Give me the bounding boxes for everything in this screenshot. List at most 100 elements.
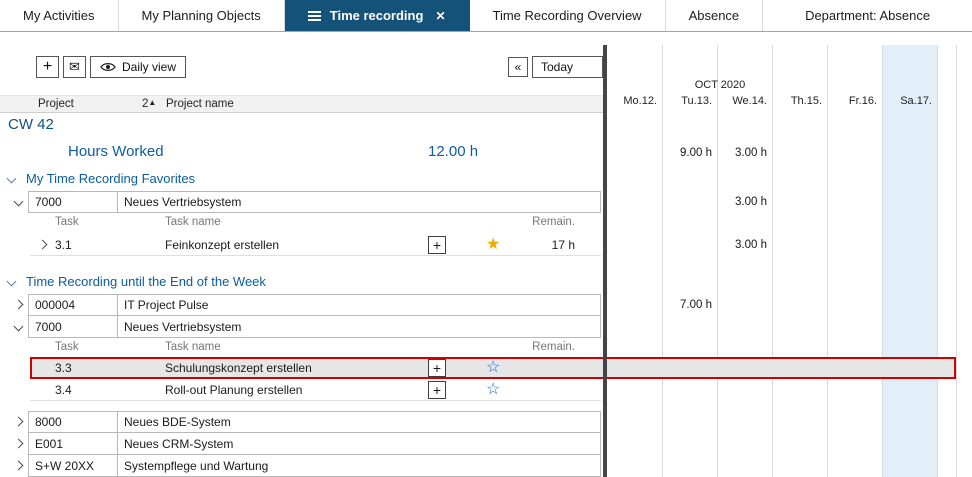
section-header-week[interactable]: Time Recording until the End of the Week [0,270,972,294]
chevron-right-icon[interactable] [14,461,24,471]
time-recording-app: My Activities My Planning Objects Time r… [0,0,972,477]
task-row: 3.4 Roll-out Planung erstellen + ☆ [0,379,972,401]
column-header-project[interactable]: Project [38,98,74,110]
project-cells: S+W 20XX Systempflege und Wartung [28,455,601,477]
main-content: + ✉ Daily view « Today OCT 2020 Mo.12. T… [0,32,972,477]
task-id[interactable]: 3.4 [55,383,72,397]
column-header-task-name: Task name [165,341,221,353]
panel-splitter[interactable] [603,45,607,477]
tab-my-planning-objects[interactable]: My Planning Objects [119,0,285,31]
project-cells: 000004 IT Project Pulse [28,294,601,316]
tab-label: Time recording [330,8,424,23]
hours-cell-we[interactable]: 3.00 h [718,234,773,256]
month-label: OCT 2020 [658,79,782,91]
task-name[interactable]: Roll-out Planung erstellen [165,383,302,397]
section-header-favorites[interactable]: My Time Recording Favorites [0,167,972,191]
chevron-left-icon: « [515,60,522,74]
chevron-right-icon[interactable] [14,417,24,427]
project-cells: 8000 Neues BDE-System [28,411,601,433]
project-row: 8000 Neues BDE-System [0,411,972,433]
sort-indicator[interactable]: 2▲ [142,98,156,110]
project-row: S+W 20XX Systempflege und Wartung [0,455,972,477]
chevron-down-icon[interactable] [14,197,24,207]
row-spacer [0,256,972,270]
grid-rows: CW 42 Hours Worked 12.00 h 9.00 h 3.00 h… [0,113,972,477]
project-code-cell[interactable]: 7000 [29,192,118,212]
day-header-mo[interactable]: Mo.12. [608,95,663,111]
week-row: CW 42 [0,113,972,139]
tab-label: Absence [689,8,740,23]
day-header-fr[interactable]: Fr.16. [828,95,883,111]
favorite-star-outline-icon[interactable]: ☆ [486,379,500,401]
project-row: 000004 IT Project Pulse 7.00 h [0,294,972,316]
tab-label: My Activities [23,8,95,23]
tab-absence[interactable]: Absence [666,0,764,31]
hours-worked-label: Hours Worked [68,143,164,160]
tab-label: Time Recording Overview [493,8,642,23]
tab-my-activities[interactable]: My Activities [0,0,119,31]
column-header-project-name[interactable]: Project name [166,98,234,110]
day-header-we[interactable]: We.14. [718,95,773,111]
remaining-hours: 17 h [505,238,575,252]
project-name-cell[interactable]: Neues Vertriebsystem [118,192,600,212]
hours-cell-we[interactable]: 3.00 h [718,191,773,213]
project-name-cell[interactable]: IT Project Pulse [118,295,600,315]
add-button[interactable]: + [36,56,59,78]
day-header-tu[interactable]: Tu.13. [663,95,718,111]
chevron-down-icon[interactable] [7,277,17,287]
favorite-star-icon[interactable]: ★ [486,234,500,256]
column-header-remain: Remain. [505,216,575,228]
task-row-selected[interactable]: 3.3 Schulungskonzept erstellen + ☆ [0,357,972,379]
add-time-entry-button[interactable]: + [428,236,446,254]
add-time-entry-button[interactable]: + [428,381,446,399]
project-row: 7000 Neues Vertriebsystem [0,316,972,338]
hours-total-cell-tu: 9.00 h [663,139,718,167]
project-code-cell[interactable]: 7000 [29,316,118,337]
menu-icon[interactable] [308,11,321,21]
chevron-right-icon[interactable] [14,439,24,449]
add-time-entry-button[interactable]: + [428,359,446,377]
chevron-down-icon[interactable] [7,174,17,184]
project-name-cell[interactable]: Systempflege und Wartung [118,455,600,476]
tab-label: My Planning Objects [142,8,261,23]
favorite-star-outline-icon[interactable]: ☆ [486,357,500,379]
project-code-cell[interactable]: 8000 [29,412,118,432]
project-code-cell[interactable]: 000004 [29,295,118,315]
tab-bar: My Activities My Planning Objects Time r… [0,0,972,32]
row-spacer [0,401,972,411]
today-label: Today [541,60,573,74]
envelope-icon: ✉ [69,59,80,75]
project-cells: 7000 Neues Vertriebsystem [28,191,601,213]
previous-period-button[interactable]: « [508,57,528,77]
project-code-cell[interactable]: S+W 20XX [29,455,118,476]
chevron-right-icon[interactable] [38,240,48,250]
today-button[interactable]: Today [532,56,603,78]
grid-header: Project 2▲ Project name [0,95,603,113]
plus-icon: + [43,58,52,76]
project-cells: 7000 Neues Vertriebsystem [28,316,601,338]
task-id[interactable]: 3.3 [55,361,72,375]
column-header-task: Task [55,216,79,228]
project-name-cell[interactable]: Neues Vertriebsystem [118,316,600,337]
mail-button[interactable]: ✉ [63,56,86,78]
tab-time-recording[interactable]: Time recording ✕ [285,0,470,31]
day-header-th[interactable]: Th.15. [773,95,828,111]
daily-view-label: Daily view [122,60,176,74]
task-name[interactable]: Schulungskonzept erstellen [165,361,312,375]
daily-view-button[interactable]: Daily view [90,56,186,78]
tab-time-recording-overview[interactable]: Time Recording Overview [470,0,666,31]
task-name[interactable]: Feinkonzept erstellen [165,238,279,252]
chevron-down-icon[interactable] [14,322,24,332]
project-name-cell[interactable]: Neues BDE-System [118,412,600,432]
chevron-right-icon[interactable] [14,300,24,310]
hours-cell-tu[interactable]: 7.00 h [663,294,718,316]
close-icon[interactable]: ✕ [435,9,445,23]
task-header-row: Task Task name Remain. [0,213,972,234]
tab-department-absence[interactable]: Department: Absence [763,0,972,31]
day-header-sa[interactable]: Sa.17. [883,95,938,111]
project-code-cell[interactable]: E001 [29,433,118,454]
task-row: 3.1 Feinkonzept erstellen + ★ 17 h 3.00 … [0,234,972,256]
sort-arrow-icon: ▲ [148,98,156,107]
project-name-cell[interactable]: Neues CRM-System [118,433,600,454]
task-id[interactable]: 3.1 [55,238,72,252]
